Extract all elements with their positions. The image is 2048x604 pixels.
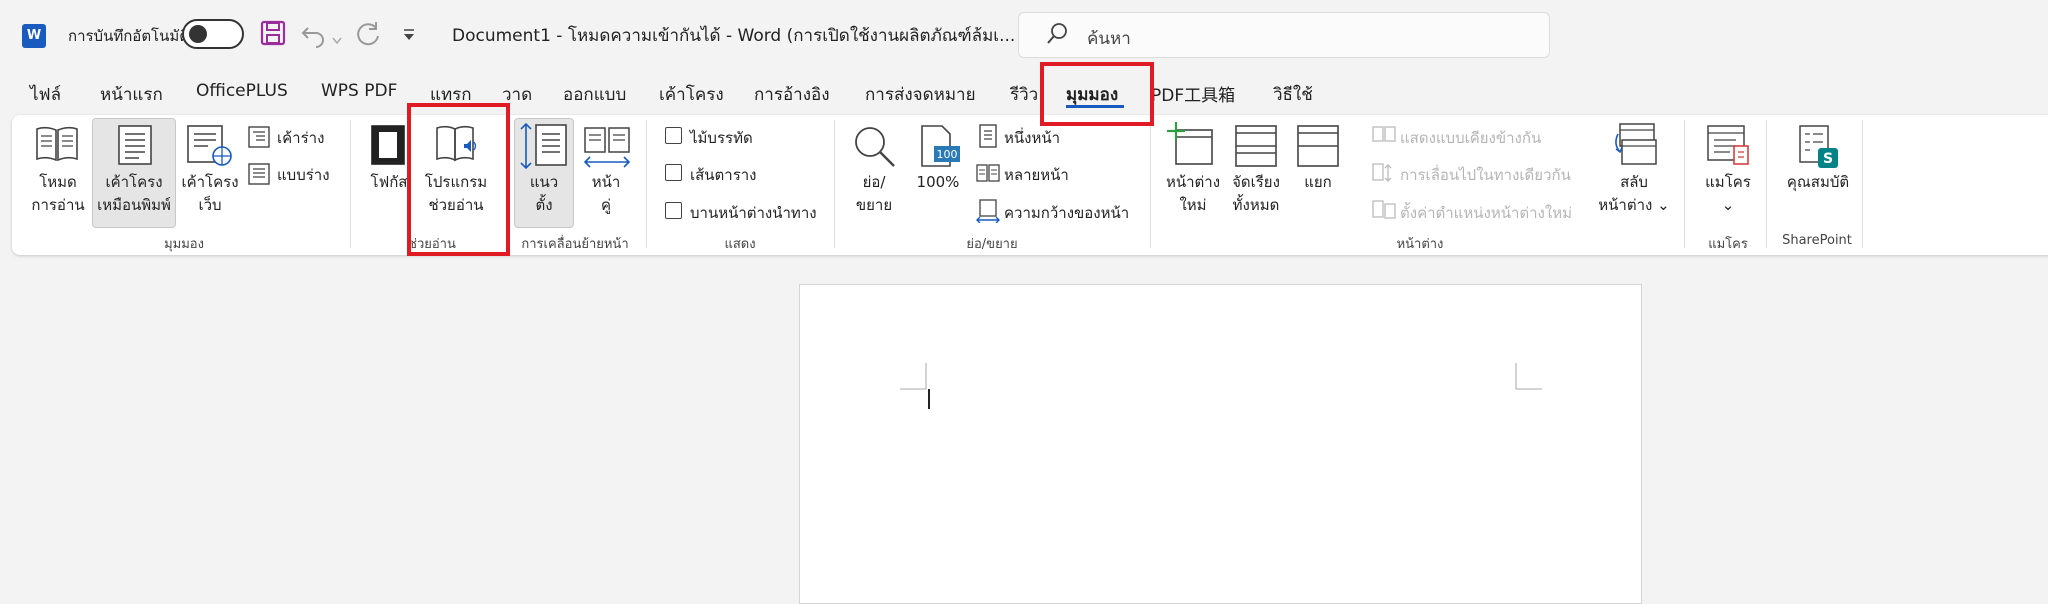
- outline-icon: [248, 126, 270, 152]
- margin-corner-top-right: [1515, 363, 1542, 390]
- print-layout-icon: [117, 124, 153, 170]
- tab-file[interactable]: ไฟล์: [30, 81, 61, 108]
- tab-wps-pdf[interactable]: WPS PDF: [321, 81, 397, 101]
- one-page-icon: [978, 124, 998, 152]
- side-to-side-icon: [582, 126, 632, 174]
- zoom-icon: [852, 124, 896, 172]
- nav-pane-checkbox[interactable]: [665, 202, 682, 219]
- macros-button[interactable]: แมโคร ⌄: [1694, 171, 1762, 217]
- document-title: Document1 - โหมดความเข้ากันได้ - Word (ก…: [452, 26, 1016, 46]
- print-layout-label: เค้าโครง เหมือนพิมพ์: [97, 173, 171, 214]
- switch-windows-button[interactable]: สลับ หน้าต่าง ⌄: [1594, 171, 1674, 217]
- read-mode-icon: [34, 124, 80, 168]
- chevron-down-icon[interactable]: [332, 30, 342, 49]
- page-width-icon: [976, 199, 1000, 227]
- multiple-pages-icon: [976, 163, 1000, 187]
- split-icon: [1296, 124, 1340, 172]
- tab-pdf-toolbox[interactable]: PDF工具箱: [1151, 81, 1235, 106]
- ruler-label: ไม้บรรทัด: [690, 129, 753, 147]
- properties-icon: S: [1796, 124, 1840, 174]
- group-label-sharepoint: SharePoint: [1782, 233, 1852, 248]
- new-window-icon: [1166, 120, 1216, 172]
- zoom-100-icon: 100: [918, 124, 962, 172]
- redo-icon[interactable]: [354, 20, 382, 52]
- group-label-zoom: ย่อ/ขยาย: [966, 237, 1018, 252]
- side-to-side-button[interactable]: หน้า คู่: [578, 171, 634, 217]
- properties-button[interactable]: คุณสมบัติ: [1776, 171, 1860, 194]
- zoom-button[interactable]: ย่อ/ขยาย: [846, 171, 902, 217]
- web-layout-button[interactable]: เค้าโครง เว็บ: [178, 171, 242, 217]
- group-label-macros: แมโคร: [1708, 237, 1748, 252]
- tab-officeplus[interactable]: OfficePLUS: [196, 81, 288, 101]
- macros-icon: [1706, 124, 1750, 172]
- split-button[interactable]: แยก: [1290, 171, 1346, 194]
- vertical-icon: [518, 122, 570, 174]
- one-page-button[interactable]: หนึ่งหน้า: [1004, 126, 1060, 150]
- svg-text:100: 100: [937, 148, 958, 161]
- group-label-window: หน้าต่าง: [1396, 237, 1444, 252]
- reset-position-icon: [1372, 200, 1396, 224]
- zoom-100-button[interactable]: 100%: [908, 171, 968, 194]
- save-icon[interactable]: [260, 20, 286, 52]
- reset-position-button[interactable]: ตั้งค่าตำแหน่งหน้าต่างใหม่: [1400, 201, 1572, 225]
- read-mode-button[interactable]: โหมด การอ่าน: [26, 171, 90, 217]
- switch-windows-icon: [1612, 122, 1658, 172]
- undo-icon[interactable]: [300, 20, 328, 52]
- chevron-down-icon: ⌄: [1657, 196, 1670, 214]
- search-icon: [1047, 22, 1069, 52]
- customize-toolbar-icon[interactable]: [402, 27, 416, 46]
- svg-text:S: S: [1823, 151, 1833, 167]
- draft-icon: [248, 163, 270, 189]
- tab-help[interactable]: วิธีใช้: [1273, 81, 1313, 108]
- multiple-pages-button[interactable]: หลายหน้า: [1004, 163, 1069, 187]
- side-by-side-icon: [1372, 126, 1396, 148]
- new-window-button[interactable]: หน้าต่าง ใหม่: [1158, 171, 1228, 217]
- sync-scroll-button[interactable]: การเลื่อนไปในทางเดียวกัน: [1400, 163, 1571, 187]
- highlight-box-immersive-reader: [407, 103, 510, 256]
- group-label-views: มุมมอง: [164, 237, 204, 252]
- side-by-side-button[interactable]: แสดงแบบเคียงข้างกัน: [1400, 126, 1541, 150]
- autosave-toggle[interactable]: [182, 19, 244, 49]
- sync-scroll-icon: [1372, 163, 1396, 187]
- tab-references[interactable]: การอ้างอิง: [754, 81, 830, 108]
- draft-button[interactable]: แบบร่าง: [277, 163, 330, 187]
- gridlines-label: เส้นตาราง: [690, 166, 757, 184]
- tab-mailings[interactable]: การส่งจดหมาย: [865, 81, 976, 108]
- tab-home[interactable]: หน้าแรก: [100, 81, 163, 108]
- document-page[interactable]: [799, 284, 1642, 604]
- group-label-page-movement: การเคลื่อนย้ายหน้า: [521, 237, 629, 252]
- group-label-show: แสดง: [724, 237, 756, 252]
- word-logo-icon: W: [22, 24, 46, 48]
- web-layout-icon: [186, 124, 234, 172]
- tab-review[interactable]: รีวิว: [1010, 81, 1038, 108]
- margin-corner-top-left: [900, 363, 927, 390]
- tab-layout[interactable]: เค้าโครง: [659, 81, 724, 108]
- highlight-box-view-tab: [1040, 62, 1154, 126]
- ruler-checkbox[interactable]: [665, 127, 682, 144]
- gridlines-checkbox[interactable]: [665, 164, 682, 181]
- arrange-all-button[interactable]: จัดเรียง ทั้งหมด: [1222, 171, 1290, 217]
- text-cursor: [928, 389, 930, 409]
- chevron-down-icon: ⌄: [1721, 196, 1735, 214]
- outline-button[interactable]: เค้าร่าง: [277, 126, 324, 150]
- autosave-label: การบันทึกอัตโนมัติ: [68, 27, 189, 45]
- search-placeholder: ค้นหา: [1087, 29, 1131, 49]
- arrange-all-icon: [1234, 124, 1278, 172]
- vertical-label: แนว ตั้ง: [529, 173, 559, 214]
- focus-icon: [370, 124, 406, 170]
- nav-pane-label: บานหน้าต่างนำทาง: [690, 204, 817, 222]
- title-bar: W การบันทึกอัตโนมัติ Document1 - โหมดควา…: [0, 0, 2048, 72]
- page-width-button[interactable]: ความกว้างของหน้า: [1004, 201, 1129, 225]
- tab-design[interactable]: ออกแบบ: [563, 81, 626, 108]
- search-box[interactable]: ค้นหา: [1018, 12, 1550, 58]
